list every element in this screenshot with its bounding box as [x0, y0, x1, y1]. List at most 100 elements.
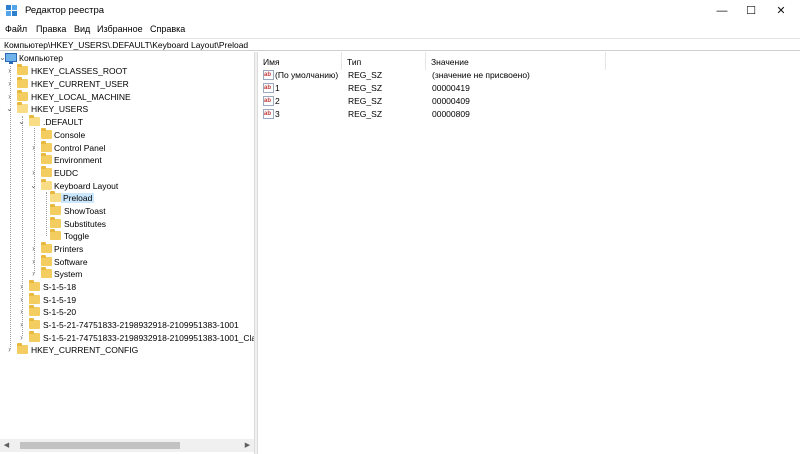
scrollbar-thumb[interactable]: [20, 442, 180, 449]
chevron-down-icon[interactable]: ⌄: [29, 180, 38, 192]
folder-icon: [29, 331, 40, 342]
chevron-down-icon[interactable]: ⌄: [17, 116, 26, 128]
column-header-name[interactable]: Имя: [258, 52, 342, 70]
value-data: 00000419: [432, 83, 470, 93]
folder-open-icon: [41, 179, 52, 190]
list-item[interactable]: ab 2 REG_SZ 00000409: [258, 95, 800, 108]
chevron-right-icon[interactable]: ›: [17, 319, 26, 331]
chevron-right-icon[interactable]: ›: [29, 256, 38, 268]
folder-icon: [50, 217, 61, 228]
string-value-icon: ab: [263, 83, 274, 93]
computer-icon: [5, 53, 17, 64]
tree-node-label: Компьютер: [19, 53, 63, 63]
value-type: REG_SZ: [348, 83, 383, 93]
close-button[interactable]: ✕: [766, 0, 796, 22]
tree-node-label: HKEY_CURRENT_USER: [31, 79, 129, 89]
address-bar[interactable]: Компьютер\HKEY_USERS\.DEFAULT\Keyboard L…: [0, 38, 800, 51]
column-header-label: Имя: [263, 57, 280, 67]
window-title: Редактор реестра: [25, 5, 105, 16]
folder-icon: [41, 255, 52, 266]
list-item[interactable]: ab (По умолчанию) REG_SZ (значение не пр…: [258, 69, 800, 82]
tree-node-label: ShowToast: [64, 206, 106, 216]
list-item[interactable]: ab 3 REG_SZ 00000809: [258, 108, 800, 121]
title-bar: Редактор реестра — ☐ ✕: [0, 0, 800, 22]
column-header-label: Тип: [347, 57, 362, 67]
folder-icon: [17, 90, 28, 101]
list-item[interactable]: ab 1 REG_SZ 00000419: [258, 82, 800, 95]
menu-bar: Файл Правка Вид Избранное Справка: [0, 22, 800, 38]
chevron-right-icon[interactable]: ›: [5, 344, 14, 356]
folder-open-icon: [50, 191, 61, 202]
chevron-right-icon[interactable]: ›: [29, 268, 38, 280]
tree-node-label: S-1-5-20: [43, 307, 77, 317]
tree-node-label: Control Panel: [54, 143, 106, 153]
tree-node-label: Keyboard Layout: [54, 181, 119, 191]
string-value-icon: ab: [263, 96, 274, 106]
tree-node-label: System: [54, 269, 83, 279]
tree-node-label: Substitutes: [64, 219, 107, 229]
chevron-right-icon[interactable]: ›: [17, 281, 26, 293]
folder-icon: [41, 242, 52, 253]
value-name: 3: [275, 109, 280, 119]
column-header-type[interactable]: Тип: [342, 52, 426, 70]
folder-open-icon: [17, 102, 28, 113]
folder-icon: [41, 141, 52, 152]
tree-node-label: HKEY_CURRENT_CONFIG: [31, 345, 139, 355]
tree-node-label: S-1-5-21-74751833-2198932918-2109951383-…: [43, 333, 254, 343]
maximize-button[interactable]: ☐: [736, 0, 766, 22]
tree-guide-line: [46, 192, 47, 236]
tree-node-label: Console: [54, 130, 86, 140]
value-type: REG_SZ: [348, 109, 383, 119]
value-data: 00000409: [432, 96, 470, 106]
chevron-right-icon[interactable]: ›: [5, 91, 14, 103]
chevron-right-icon[interactable]: ›: [29, 142, 38, 154]
folder-icon: [41, 153, 52, 164]
tree-node-label: HKEY_LOCAL_MACHINE: [31, 92, 131, 102]
chevron-right-icon[interactable]: ›: [29, 243, 38, 255]
tree-node-label: S-1-5-19: [43, 295, 77, 305]
chevron-right-icon[interactable]: ›: [17, 294, 26, 306]
tree-node-label: Environment: [54, 155, 102, 165]
menu-help[interactable]: Справка: [150, 24, 185, 34]
scroll-right-icon[interactable]: ▶: [241, 439, 254, 452]
chevron-right-icon[interactable]: ›: [17, 306, 26, 318]
folder-icon: [29, 280, 40, 291]
folder-icon: [41, 166, 52, 177]
values-list-pane[interactable]: Имя Тип Значение ab (По умолчанию) REG_S…: [258, 52, 800, 454]
folder-icon: [29, 305, 40, 316]
chevron-down-icon[interactable]: ⌄: [5, 103, 14, 115]
chevron-right-icon[interactable]: ›: [5, 78, 14, 90]
string-value-icon: ab: [263, 109, 274, 119]
registry-editor-icon: [6, 5, 17, 16]
tree-node-label: Printers: [54, 244, 84, 254]
menu-favorites[interactable]: Избранное: [97, 24, 143, 34]
folder-open-icon: [29, 115, 40, 126]
folder-icon: [29, 293, 40, 304]
tree-node-label: EUDC: [54, 168, 79, 178]
value-type: REG_SZ: [348, 70, 383, 80]
chevron-right-icon[interactable]: ›: [29, 167, 38, 179]
folder-icon: [41, 267, 52, 278]
folder-icon: [50, 229, 61, 240]
column-header-value[interactable]: Значение: [426, 52, 606, 70]
menu-file[interactable]: Файл: [5, 24, 27, 34]
column-header-label: Значение: [431, 57, 469, 67]
tree-horizontal-scrollbar[interactable]: ◀ ▶: [0, 439, 254, 452]
value-name: 1: [275, 83, 280, 93]
minimize-button[interactable]: —: [707, 0, 737, 22]
scroll-left-icon[interactable]: ◀: [0, 439, 13, 452]
tree-node-label-selected: Preload: [61, 193, 95, 203]
tree-node-label: HKEY_USERS: [31, 104, 89, 114]
tree-node-label: Software: [54, 257, 88, 267]
value-type: REG_SZ: [348, 96, 383, 106]
tree-node-label: HKEY_CLASSES_ROOT: [31, 66, 128, 76]
menu-view[interactable]: Вид: [74, 24, 90, 34]
tree-node-label: S-1-5-18: [43, 282, 77, 292]
value-name: (По умолчанию): [275, 70, 339, 80]
folder-icon: [41, 128, 52, 139]
tree-pane[interactable]: ⌄ Компьютер › HKEY_CLASSES_ROOT › HKEY_C…: [0, 52, 254, 454]
chevron-right-icon[interactable]: ›: [5, 65, 14, 77]
value-data: (значение не присвоено): [432, 70, 530, 80]
menu-edit[interactable]: Правка: [36, 24, 66, 34]
tree-node-label: Toggle: [64, 231, 90, 241]
